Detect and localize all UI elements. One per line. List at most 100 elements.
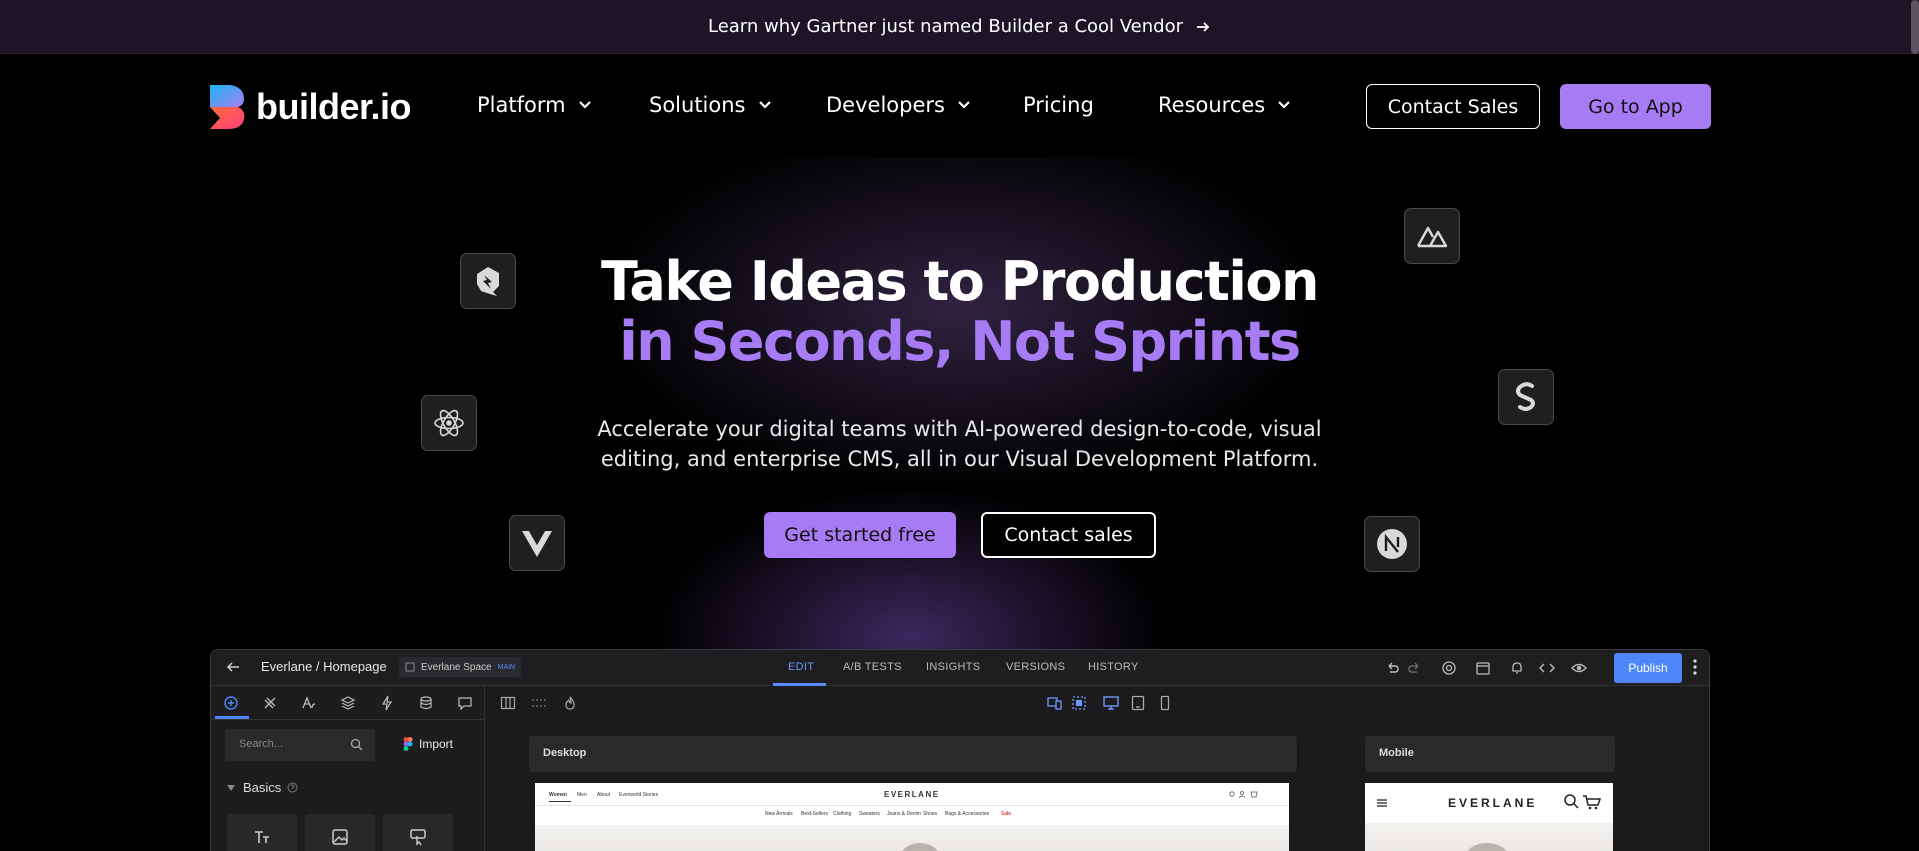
- basics-section-header[interactable]: Basics: [227, 780, 298, 795]
- qwik-icon: [477, 267, 499, 296]
- bell-icon[interactable]: [1509, 660, 1525, 676]
- preview-cat-best-sellers: Best-Sellers: [801, 811, 828, 817]
- nuxt-icon: [1416, 226, 1448, 248]
- hero-title-line2: in Seconds, Not Sprints: [619, 310, 1301, 373]
- button-icon: [410, 829, 426, 846]
- publish-button[interactable]: Publish: [1614, 653, 1682, 683]
- target-icon[interactable]: [1441, 660, 1457, 676]
- figma-icon: [403, 737, 413, 751]
- nav-pricing-label: Pricing: [1023, 93, 1094, 117]
- announcement-bar[interactable]: Learn why Gartner just named Builder a C…: [0, 0, 1919, 54]
- preview-cat-shoes: Shoes: [923, 811, 938, 817]
- left-panel-tabs: [211, 686, 485, 720]
- chevron-down-icon: [758, 101, 771, 109]
- mobile-canvas[interactable]: EVERLANE: [1365, 783, 1613, 851]
- database-icon[interactable]: [418, 695, 434, 711]
- get-started-free-button[interactable]: Get started free: [764, 512, 956, 558]
- active-left-tab-indicator: [215, 716, 249, 719]
- typography-icon[interactable]: [301, 695, 317, 711]
- mobile-header-icons: [1564, 794, 1601, 810]
- desktop-icon[interactable]: [1103, 695, 1119, 711]
- mobile-frame-header: Mobile: [1365, 736, 1615, 772]
- redo-icon[interactable]: [1407, 660, 1423, 676]
- import-label: Import: [419, 737, 454, 751]
- back-arrow-icon[interactable]: [225, 659, 241, 675]
- tab-ab-tests[interactable]: A/B TESTS: [843, 661, 902, 673]
- preview-active-underline: [549, 801, 571, 802]
- space-badge: MAIN: [497, 663, 516, 671]
- undo-icon[interactable]: [1384, 660, 1400, 676]
- space-selector[interactable]: Everlane Space MAIN: [399, 657, 522, 677]
- nav-solutions[interactable]: Solutions: [649, 93, 772, 117]
- layers-icon[interactable]: [340, 695, 356, 711]
- main-nav: builder.io Platform Solutions Developers…: [0, 55, 1919, 157]
- nuxt-tile: [1404, 208, 1460, 264]
- text-block[interactable]: [227, 814, 297, 851]
- nav-platform[interactable]: Platform: [477, 93, 592, 117]
- desktop-frame-label: Desktop: [543, 747, 587, 759]
- button-block[interactable]: [383, 814, 453, 851]
- spacing-icon[interactable]: [531, 695, 547, 711]
- vue-icon: [522, 531, 552, 557]
- preview-model-head: [900, 843, 940, 851]
- preview-header-icons: [1229, 791, 1258, 798]
- flame-icon[interactable]: [562, 695, 578, 711]
- active-tab-indicator: [773, 683, 826, 686]
- preview-cat-clothing: Clothing: [833, 811, 852, 817]
- more-vertical-icon[interactable]: [1691, 658, 1699, 676]
- scrollbar-thumb[interactable]: [1911, 0, 1919, 54]
- hero-subtitle-line1: Accelerate your digital teams with AI-po…: [597, 417, 1322, 441]
- help-icon[interactable]: [287, 782, 298, 793]
- space-name: Everlane Space: [421, 661, 492, 673]
- preview-link-about: About: [597, 792, 611, 798]
- nav-resources[interactable]: Resources: [1158, 93, 1291, 117]
- editor-topbar: Everlane / Homepage Everlane Space MAIN …: [211, 650, 1709, 686]
- comment-icon[interactable]: [457, 695, 473, 711]
- image-block[interactable]: [305, 814, 375, 851]
- space-icon: [405, 662, 415, 672]
- announcement-text[interactable]: Learn why Gartner just named Builder a C…: [708, 16, 1183, 37]
- preview-brand: EVERLANE: [884, 790, 940, 799]
- tablet-icon[interactable]: [1130, 695, 1146, 711]
- eye-icon[interactable]: [1571, 660, 1587, 676]
- basics-label: Basics: [243, 780, 282, 795]
- import-button[interactable]: Import: [403, 737, 453, 751]
- tab-edit[interactable]: EDIT: [788, 661, 814, 673]
- style-icon[interactable]: [262, 695, 278, 711]
- preview-link-women: Women: [549, 792, 567, 798]
- mobile-frame-label: Mobile: [1379, 747, 1414, 759]
- svelte-icon: [1516, 382, 1535, 411]
- nav-developers[interactable]: Developers: [826, 93, 971, 117]
- nextjs-tile: [1364, 516, 1420, 572]
- editor-breadcrumb: Everlane / Homepage: [261, 659, 387, 674]
- qwik-tile: [460, 253, 516, 309]
- lightning-icon[interactable]: [379, 695, 395, 711]
- columns-icon[interactable]: [500, 695, 516, 711]
- contact-sales-hero-button[interactable]: Contact sales: [981, 512, 1156, 558]
- code-icon[interactable]: [1539, 660, 1555, 676]
- tab-insights[interactable]: INSIGHTS: [926, 661, 980, 673]
- tab-versions[interactable]: VERSIONS: [1006, 661, 1065, 673]
- components-search-input[interactable]: Search...: [225, 729, 375, 761]
- hamburger-menu-icon: [1377, 799, 1387, 807]
- mobile-icon[interactable]: [1157, 695, 1173, 711]
- tab-history[interactable]: HISTORY: [1088, 661, 1139, 673]
- desktop-canvas[interactable]: Women Men About Everworld Stories EVERLA…: [535, 783, 1289, 851]
- select-frame-icon[interactable]: [1071, 695, 1087, 711]
- go-to-app-button[interactable]: Go to App: [1560, 84, 1711, 129]
- search-placeholder: Search...: [239, 738, 284, 750]
- calendar-icon[interactable]: [1475, 660, 1491, 676]
- logo[interactable]: builder.io: [208, 85, 412, 129]
- text-icon: [255, 831, 269, 843]
- nav-pricing[interactable]: Pricing: [1023, 93, 1094, 117]
- responsive-icon[interactable]: [1047, 695, 1063, 711]
- chevron-down-icon: [578, 101, 591, 109]
- preview-divider: [535, 805, 1289, 806]
- insert-icon[interactable]: [223, 695, 239, 711]
- preview-link-stories: Everworld Stories: [619, 792, 659, 798]
- preview-cat-jeans: Jeans & Denim: [887, 811, 921, 817]
- contact-sales-button[interactable]: Contact Sales: [1366, 84, 1540, 129]
- search-icon: [350, 738, 363, 751]
- preview-cat-sale: Sale: [1001, 811, 1012, 817]
- arrow-right-icon: [1197, 21, 1210, 32]
